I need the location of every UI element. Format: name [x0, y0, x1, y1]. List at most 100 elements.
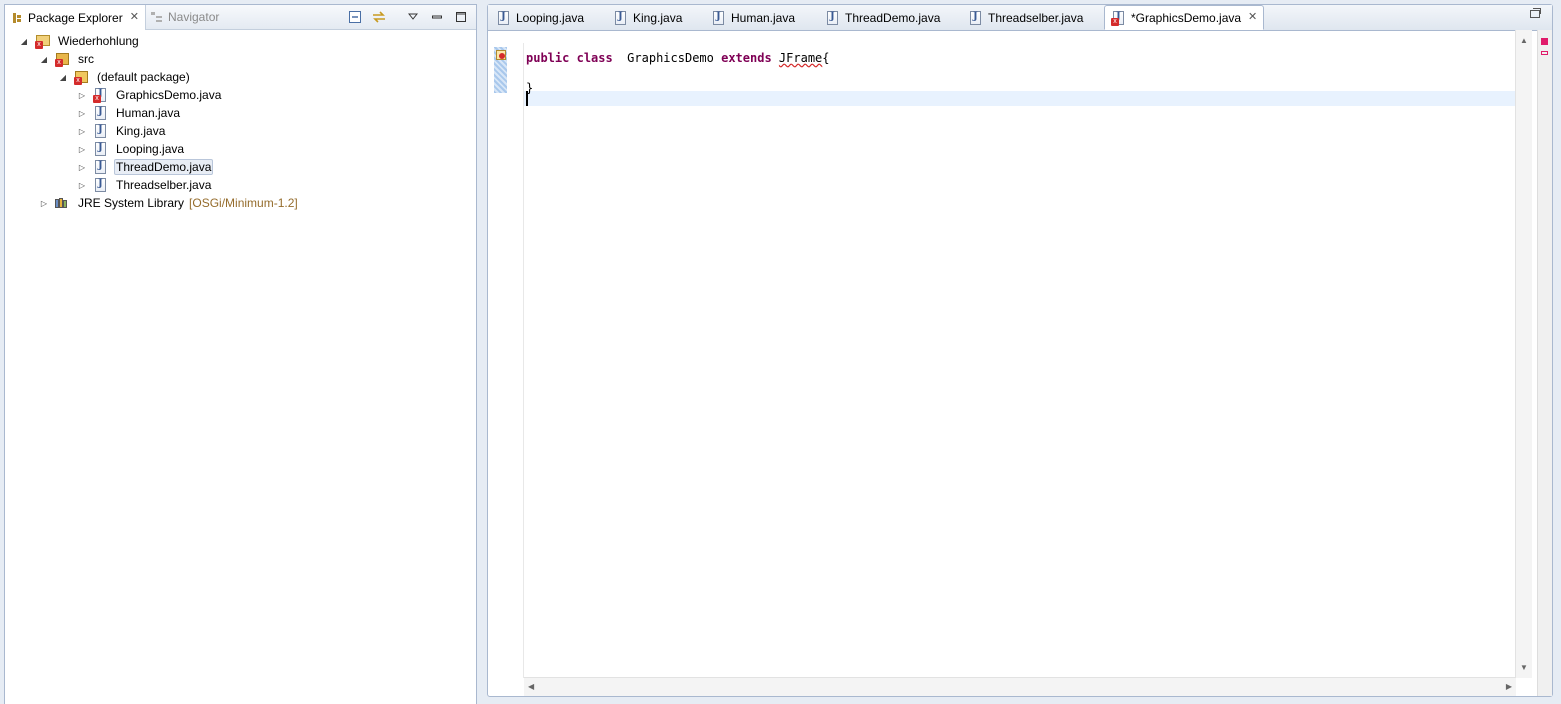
- tree-label: (default package): [97, 70, 190, 84]
- link-with-editor-icon[interactable]: [370, 8, 388, 26]
- package-explorer-view: Package Explorer ✕ Navigator ◢ x Wiederh…: [4, 4, 477, 704]
- collapsed-icon[interactable]: ▷: [77, 144, 87, 154]
- java-file-icon: x: [1111, 10, 1127, 26]
- keyword: extends: [721, 51, 772, 65]
- editor-tab-label: Threadselber.java: [988, 10, 1084, 25]
- tab-navigator[interactable]: Navigator: [145, 5, 225, 29]
- tab-navigator-label: Navigator: [168, 10, 220, 24]
- close-icon[interactable]: ✕: [130, 12, 139, 23]
- vertical-scrollbar[interactable]: ▲ ▼: [1515, 30, 1532, 678]
- scroll-right-icon[interactable]: ▶: [1506, 682, 1512, 691]
- editor-tab-bar: Looping.java King.java Human.java Thread…: [488, 5, 1552, 31]
- line-number-gutter: [508, 43, 524, 678]
- tree-item-file[interactable]: ▷ x GraphicsDemo.java: [77, 86, 223, 104]
- error-icon[interactable]: [496, 49, 506, 60]
- code-editor[interactable]: public class GraphicsDemo extends JFrame…: [524, 43, 1516, 678]
- expanded-icon[interactable]: ◢: [39, 54, 49, 64]
- tree-item-file-selected[interactable]: ▷ ThreadDemo.java: [77, 158, 214, 176]
- error-marker[interactable]: [1541, 51, 1548, 55]
- collapse-all-icon[interactable]: [346, 8, 364, 26]
- tree-label: JRE System Library: [78, 196, 185, 210]
- java-file-icon: [613, 10, 629, 26]
- tree-item-default-package[interactable]: ◢ x (default package): [58, 68, 192, 86]
- editor-tab-active[interactable]: x *GraphicsDemo.java ✕: [1104, 5, 1265, 30]
- tree-label: GraphicsDemo.java: [116, 88, 222, 102]
- editor-tab[interactable]: Threadselber.java: [962, 5, 1089, 30]
- tree-label: Wiederhohlung: [58, 34, 139, 48]
- keyword: class: [576, 51, 613, 65]
- editor-tab[interactable]: ThreadDemo.java: [819, 5, 946, 30]
- java-project-icon: x: [35, 33, 51, 49]
- close-icon[interactable]: ✕: [1248, 12, 1257, 23]
- java-file-icon: [93, 177, 109, 193]
- java-file-icon: [968, 10, 984, 26]
- java-file-icon: [93, 141, 109, 157]
- tab-package-explorer-label: Package Explorer: [28, 10, 123, 25]
- java-file-icon: [496, 10, 512, 26]
- editor-tab[interactable]: Looping.java: [490, 5, 590, 30]
- java-file-icon: [825, 10, 841, 26]
- maximize-icon[interactable]: [452, 8, 470, 26]
- annotation-ruler: [494, 43, 507, 678]
- minimize-icon[interactable]: [428, 8, 446, 26]
- expanded-icon[interactable]: ◢: [58, 72, 68, 82]
- brace: {: [822, 51, 830, 65]
- library-icon: [55, 195, 71, 211]
- java-file-icon: [711, 10, 727, 26]
- tree-label: Looping.java: [116, 142, 185, 156]
- code-line: public class GraphicsDemo extends JFrame…: [526, 51, 830, 66]
- keyword: public: [526, 51, 570, 65]
- type-reference-error[interactable]: JFrame: [779, 51, 822, 65]
- navigator-icon: [151, 11, 163, 23]
- view-tab-bar: Package Explorer ✕ Navigator: [5, 5, 476, 30]
- collapsed-icon[interactable]: ▷: [39, 198, 49, 208]
- scroll-up-icon[interactable]: ▲: [1520, 36, 1528, 45]
- restore-icon[interactable]: [1530, 8, 1541, 18]
- tree-item-project[interactable]: ◢ x Wiederhohlung: [19, 32, 141, 50]
- error-overview-icon[interactable]: [1541, 38, 1548, 45]
- editor-tab[interactable]: King.java: [607, 5, 688, 30]
- overview-ruler: [1537, 30, 1552, 696]
- tree-item-file[interactable]: ▷ Threadselber.java: [77, 176, 213, 194]
- library-decoration: [OSGi/Minimum-1.2]: [189, 196, 298, 210]
- view-menu-icon[interactable]: [404, 8, 422, 26]
- collapsed-icon[interactable]: ▷: [77, 90, 87, 100]
- editor-tab-label: King.java: [633, 10, 683, 25]
- tree-item-file[interactable]: ▷ Human.java: [77, 104, 182, 122]
- scroll-left-icon[interactable]: ◀: [528, 682, 534, 691]
- editor-tab-label: *GraphicsDemo.java: [1131, 10, 1242, 25]
- collapsed-icon[interactable]: ▷: [77, 180, 87, 190]
- editor-tab[interactable]: Human.java: [705, 5, 801, 30]
- package-explorer-icon: [11, 12, 23, 24]
- view-toolbar: [346, 8, 470, 26]
- editor-area: Looping.java King.java Human.java Thread…: [487, 4, 1553, 697]
- package-icon: x: [74, 69, 90, 85]
- tree-item-file[interactable]: ▷ Looping.java: [77, 140, 186, 158]
- java-file-icon: x: [93, 87, 109, 103]
- tree-item-jre-library[interactable]: ▷ JRE System Library [OSGi/Minimum-1.2]: [39, 194, 298, 212]
- text-caret: [526, 91, 528, 106]
- java-file-icon: [93, 123, 109, 139]
- editor-tab-label: ThreadDemo.java: [845, 10, 941, 25]
- scroll-down-icon[interactable]: ▼: [1520, 663, 1528, 672]
- tree-item-src[interactable]: ◢ x src: [39, 50, 96, 68]
- tab-package-explorer[interactable]: Package Explorer ✕: [5, 5, 146, 30]
- tree-label: King.java: [116, 124, 166, 138]
- class-name: GraphicsDemo: [627, 51, 714, 65]
- tree-item-file[interactable]: ▷ King.java: [77, 122, 167, 140]
- tree-label: ThreadDemo.java: [114, 159, 214, 175]
- tree-label: Human.java: [116, 106, 181, 120]
- expanded-icon[interactable]: ◢: [19, 36, 29, 46]
- horizontal-scrollbar[interactable]: ◀ ▶: [524, 677, 1516, 696]
- tree-label: src: [78, 52, 94, 66]
- collapsed-icon[interactable]: ▷: [77, 162, 87, 172]
- collapsed-icon[interactable]: ▷: [77, 126, 87, 136]
- tree-label: Threadselber.java: [116, 178, 212, 192]
- java-file-icon: [93, 105, 109, 121]
- collapsed-icon[interactable]: ▷: [77, 108, 87, 118]
- editor-tab-label: Human.java: [731, 10, 796, 25]
- java-file-icon: [93, 159, 109, 175]
- current-line-highlight: [524, 91, 1516, 106]
- source-folder-icon: x: [55, 51, 71, 67]
- editor-tab-label: Looping.java: [516, 10, 585, 25]
